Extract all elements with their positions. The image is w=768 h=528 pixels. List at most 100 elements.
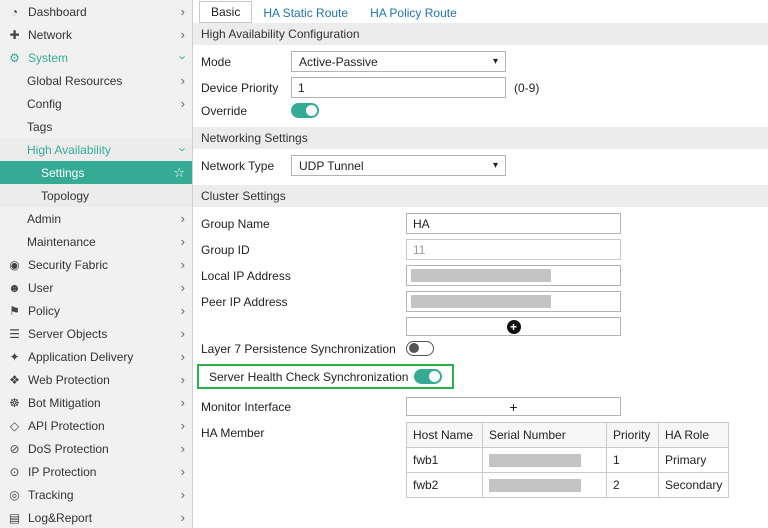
local-ip-input[interactable]: [406, 265, 621, 286]
chevron-right-icon: ›: [181, 258, 185, 271]
sidebar-item-global-resources[interactable]: Global Resources›: [0, 69, 192, 92]
sidebar-item-web-protection[interactable]: ❖Web Protection›: [0, 368, 192, 391]
dashboard-icon: ◔: [7, 5, 22, 19]
chevron-right-icon: ›: [181, 419, 185, 432]
application-delivery-icon: ✦: [7, 350, 22, 364]
health-sync-highlight-box: Server Health Check Synchronization: [197, 364, 454, 389]
sidebar-item-admin[interactable]: Admin ›: [0, 207, 192, 230]
plus-circle-icon: +: [507, 320, 521, 334]
sidebar-item-label: Tags: [27, 120, 52, 134]
api-protection-icon: ◇: [7, 419, 22, 433]
dropdown-arrow-icon: ▾: [493, 160, 498, 171]
ha-member-tbody: fwb11Primaryfwb22Secondary: [407, 448, 729, 498]
host-name-header: Host Name: [407, 423, 483, 448]
sidebar-item-log-report[interactable]: ▤Log&Report›: [0, 506, 192, 528]
sidebar-item-label: Config: [27, 97, 62, 111]
group-name-row: Group Name: [201, 213, 768, 234]
sidebar-item-topology[interactable]: Topology: [0, 184, 192, 207]
sidebar-item-maintenance[interactable]: Maintenance›: [0, 230, 192, 253]
mode-select[interactable]: Active-Passive ▾: [291, 51, 506, 72]
sidebar-item-label: Application Delivery: [28, 350, 133, 364]
sidebar-item-label: Server Objects: [28, 327, 107, 341]
chevron-right-icon: ›: [181, 5, 185, 18]
l7-sync-row: Layer 7 Persistence Synchronization: [201, 341, 768, 356]
cluster-form: Group Name Group ID Local IP Address Pee…: [193, 213, 768, 498]
sidebar-item-bot-mitigation[interactable]: ☸Bot Mitigation›: [0, 391, 192, 414]
sidebar-item-tracking[interactable]: ◎Tracking›: [0, 483, 192, 506]
group-id-label: Group ID: [201, 243, 406, 257]
section-header-networking-settings: Networking Settings: [193, 127, 768, 149]
add-peer-ip-button[interactable]: +: [406, 317, 621, 336]
chevron-down-icon: ›: [176, 147, 189, 151]
device-priority-input[interactable]: [291, 77, 506, 98]
sidebar-item-label: Admin: [27, 212, 61, 226]
ha-role-cell: Primary: [659, 448, 729, 473]
ha-member-row[interactable]: fwb22Secondary: [407, 473, 729, 498]
override-label: Override: [201, 104, 291, 118]
redacted-serial-number: [489, 479, 581, 492]
sidebar-item-settings[interactable]: Settings☆: [0, 161, 192, 184]
tab-basic[interactable]: Basic: [199, 1, 252, 23]
host-name-cell: fwb2: [407, 473, 483, 498]
sidebar-item-label: IP Protection: [28, 465, 96, 479]
tab-ha-static-route[interactable]: HA Static Route: [252, 3, 359, 23]
sidebar-item-label: Dashboard: [28, 5, 87, 19]
priority-cell: 2: [607, 473, 659, 498]
sidebar-item-label: Log&Report: [28, 511, 92, 525]
ha-member-row-group: HA Member Host Name Serial Number Priori…: [201, 421, 768, 498]
sidebar-item-label: User: [28, 281, 53, 295]
network-type-select[interactable]: UDP Tunnel ▾: [291, 155, 506, 176]
sidebar-item-dashboard[interactable]: ◔ Dashboard ›: [0, 0, 192, 23]
mode-row: Mode Active-Passive ▾: [201, 51, 768, 72]
host-name-cell: fwb1: [407, 448, 483, 473]
sidebar-item-label: Web Protection: [28, 373, 110, 387]
chevron-right-icon: ›: [181, 465, 185, 478]
sidebar-item-label: API Protection: [28, 419, 105, 433]
serial-number-cell: [483, 473, 607, 498]
app-window: ◔ Dashboard › ✚Network›⚙System›Global Resou…: [0, 0, 768, 528]
mode-value: Active-Passive: [299, 55, 378, 69]
server-objects-icon: ☰: [7, 327, 22, 341]
peer-ip-input[interactable]: [406, 291, 621, 312]
sidebar-item-policy[interactable]: ⚑Policy›: [0, 299, 192, 322]
monitor-interface-add-button[interactable]: +: [406, 397, 621, 416]
health-sync-toggle[interactable]: [414, 369, 442, 384]
ha-member-row[interactable]: fwb11Primary: [407, 448, 729, 473]
chevron-right-icon: ›: [181, 212, 185, 225]
device-priority-label: Device Priority: [201, 81, 291, 95]
add-peer-ip-row: +: [201, 317, 768, 336]
tab-ha-policy-route[interactable]: HA Policy Route: [359, 3, 468, 23]
sidebar-item-config[interactable]: Config›: [0, 92, 192, 115]
device-priority-row: Device Priority (0-9): [201, 77, 768, 98]
sidebar-item-application-delivery[interactable]: ✦Application Delivery›: [0, 345, 192, 368]
sidebar-item-user[interactable]: ☻User›: [0, 276, 192, 299]
monitor-interface-row: Monitor Interface +: [201, 397, 768, 416]
sidebar-item-dos-protection[interactable]: ⊘DoS Protection›: [0, 437, 192, 460]
dropdown-arrow-icon: ▾: [493, 56, 498, 67]
sidebar-item-ip-protection[interactable]: ⊙IP Protection›: [0, 460, 192, 483]
sidebar-item-label: Policy: [28, 304, 60, 318]
sidebar-item-system[interactable]: ⚙System›: [0, 46, 192, 69]
sidebar-item-label: DoS Protection: [28, 442, 109, 456]
override-toggle[interactable]: [291, 103, 319, 118]
sidebar-item-api-protection[interactable]: ◇ API Protection ›: [0, 414, 192, 437]
device-priority-hint: (0-9): [514, 81, 539, 95]
group-name-input[interactable]: [406, 213, 621, 234]
sidebar-item-network[interactable]: ✚Network›: [0, 23, 192, 46]
ha-member-table-head: Host Name Serial Number Priority HA Role: [407, 423, 729, 448]
sidebar-item-tags[interactable]: Tags: [0, 115, 192, 138]
group-name-label: Group Name: [201, 217, 406, 231]
sidebar-item-high-availability[interactable]: High Availability ›: [0, 138, 192, 161]
sidebar-item-security-fabric[interactable]: ◉ Security Fabric ›: [0, 253, 192, 276]
ha-member-label: HA Member: [201, 421, 406, 440]
tab-bar: Basic HA Static Route HA Policy Route: [193, 0, 768, 23]
l7-sync-toggle[interactable]: [406, 341, 434, 356]
sidebar-item-label: High Availability: [27, 143, 111, 157]
group-id-input: [406, 239, 621, 260]
monitor-interface-label: Monitor Interface: [201, 400, 406, 414]
sidebar-item-server-objects[interactable]: ☰Server Objects›: [0, 322, 192, 345]
security-fabric-icon: ◉: [7, 258, 22, 272]
chevron-right-icon: ›: [181, 304, 185, 317]
local-ip-row: Local IP Address: [201, 265, 768, 286]
sidebar-item-label: Security Fabric: [28, 258, 108, 272]
